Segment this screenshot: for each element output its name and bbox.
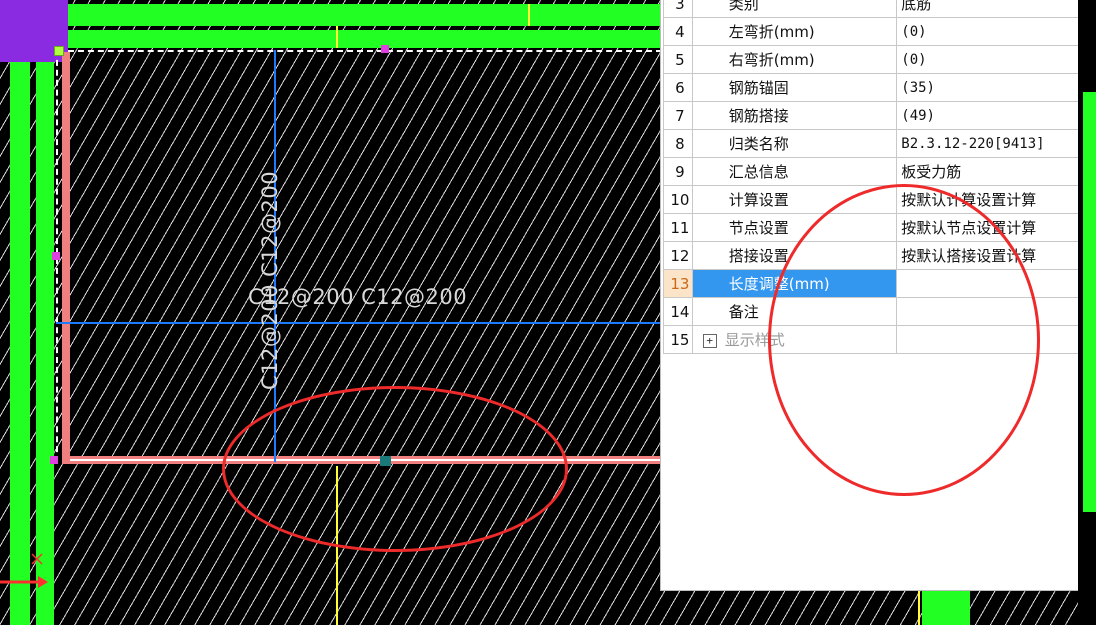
property-row[interactable]: 12 搭接设置 按默认搭接设置计算 xyxy=(663,241,1081,270)
property-row-number: 7 xyxy=(663,101,693,130)
property-name-label: 左弯折(mm) xyxy=(728,23,815,41)
property-value[interactable]: B2.3.12-220[9413] xyxy=(896,129,1081,158)
property-row[interactable]: 9 汇总信息 板受力筋 xyxy=(663,157,1081,186)
grip-left-mid[interactable] xyxy=(52,252,60,260)
property-row-number: 3 xyxy=(663,0,693,18)
rebar-label-vertical[interactable]: C12@200 C12@200 xyxy=(258,171,282,390)
property-row[interactable]: 4 左弯折(mm) (0) xyxy=(663,17,1081,46)
property-row-number: 8 xyxy=(663,129,693,158)
property-name[interactable]: 计算设置 xyxy=(691,185,898,214)
property-name-label: 钢筋锚固 xyxy=(728,79,789,97)
property-name-label: 计算设置 xyxy=(728,191,789,209)
property-name-label: 显示样式 xyxy=(724,331,785,349)
property-row[interactable]: 15 + 显示样式 xyxy=(663,325,1081,354)
property-value[interactable] xyxy=(896,297,1081,326)
property-name-label: 长度调整(mm) xyxy=(728,275,830,293)
property-row[interactable]: 3 类别 底筋 xyxy=(663,0,1081,18)
property-name-label: 钢筋搭接 xyxy=(728,107,789,125)
beam-left[interactable] xyxy=(10,62,30,625)
property-row[interactable]: 5 右弯折(mm) (0) xyxy=(663,45,1081,74)
slab-outline-bottom-inner xyxy=(70,459,662,461)
property-name[interactable]: 节点设置 xyxy=(691,213,898,242)
property-name-label: 备注 xyxy=(728,303,759,321)
expand-plus-icon[interactable]: + xyxy=(702,333,717,348)
property-name[interactable]: 钢筋搭接 xyxy=(691,101,898,130)
property-row-number: 13 xyxy=(663,269,693,298)
property-value[interactable]: 按默认节点设置计算 xyxy=(896,213,1081,242)
beam-far-right-strip xyxy=(1083,92,1096,512)
property-name[interactable]: 备注 xyxy=(691,297,898,326)
ucs-axis-icon xyxy=(0,553,48,588)
property-row-number: 6 xyxy=(663,73,693,102)
property-value[interactable]: 按默认计算设置计算 xyxy=(896,185,1081,214)
property-value[interactable]: (0) xyxy=(896,17,1081,46)
property-row-number: 10 xyxy=(663,185,693,214)
grip-bottom-mid[interactable] xyxy=(380,456,391,466)
property-row-number: 4 xyxy=(663,17,693,46)
panel-right-strip xyxy=(1078,0,1096,625)
property-value[interactable] xyxy=(896,269,1081,298)
rebar-axis-horizontal[interactable] xyxy=(56,322,660,324)
property-name[interactable]: 汇总信息 xyxy=(691,157,898,186)
property-name[interactable]: 类别 xyxy=(691,0,898,18)
property-name[interactable]: + 显示样式 xyxy=(691,325,898,354)
grid-line-right xyxy=(918,590,920,625)
property-row[interactable]: 7 钢筋搭接 (49) xyxy=(663,101,1081,130)
property-row[interactable]: 11 节点设置 按默认节点设置计算 xyxy=(663,213,1081,242)
property-row-number: 11 xyxy=(663,213,693,242)
property-name[interactable]: 右弯折(mm) xyxy=(691,45,898,74)
beam-right-stub[interactable] xyxy=(922,590,970,625)
property-name[interactable]: 长度调整(mm) xyxy=(691,269,898,298)
property-value[interactable]: 板受力筋 xyxy=(896,157,1081,186)
property-row-number: 9 xyxy=(663,157,693,186)
property-row-number: 15 xyxy=(663,325,693,354)
property-name[interactable]: 搭接设置 xyxy=(691,241,898,270)
grid-line-top-2 xyxy=(528,4,530,26)
property-row[interactable]: 14 备注 xyxy=(663,297,1081,326)
property-row[interactable]: 10 计算设置 按默认计算设置计算 xyxy=(663,185,1081,214)
property-row-number: 12 xyxy=(663,241,693,270)
property-name-label: 搭接设置 xyxy=(728,247,789,265)
property-row-number: 14 xyxy=(663,297,693,326)
property-table: 3 类别 底筋 4 左弯折(mm) (0) 5 右弯折(mm) (0) 6 钢筋锚固 (35) 7 钢筋搭… xyxy=(663,0,1081,354)
property-name[interactable]: 钢筋锚固 xyxy=(691,73,898,102)
property-name-label: 类别 xyxy=(728,0,759,13)
grip-top-left[interactable] xyxy=(54,46,64,56)
beam-top[interactable] xyxy=(68,4,668,26)
property-value[interactable]: 底筋 xyxy=(896,0,1081,18)
property-row[interactable]: 6 钢筋锚固 (35) xyxy=(663,73,1081,102)
slab-selection-dashes xyxy=(58,50,662,52)
beam-top-inner[interactable] xyxy=(68,30,668,48)
slab-outline-left[interactable] xyxy=(62,52,70,464)
property-value[interactable]: (49) xyxy=(896,101,1081,130)
property-value[interactable]: 按默认搭接设置计算 xyxy=(896,241,1081,270)
grip-top-mid[interactable] xyxy=(381,45,389,53)
property-name-label: 右弯折(mm) xyxy=(728,51,815,69)
grip-bottom-left[interactable] xyxy=(50,456,58,464)
property-value[interactable]: (0) xyxy=(896,45,1081,74)
property-name[interactable]: 左弯折(mm) xyxy=(691,17,898,46)
beam-left-inner[interactable] xyxy=(36,62,54,625)
grid-line-bottom xyxy=(336,466,338,625)
grid-line-top-1 xyxy=(336,26,338,48)
property-name-label: 归类名称 xyxy=(728,135,789,153)
property-name-label: 节点设置 xyxy=(728,219,789,237)
property-name[interactable]: 归类名称 xyxy=(691,129,898,158)
property-value[interactable] xyxy=(896,325,1081,354)
property-row-number: 5 xyxy=(663,45,693,74)
property-row[interactable]: 8 归类名称 B2.3.12-220[9413] xyxy=(663,129,1081,158)
property-row[interactable]: 13 长度调整(mm) xyxy=(663,269,1081,298)
property-name-label: 汇总信息 xyxy=(728,163,789,181)
property-panel: 3 类别 底筋 4 左弯折(mm) (0) 5 右弯折(mm) (0) 6 钢筋锚固 (35) 7 钢筋搭… xyxy=(660,0,1082,591)
property-value[interactable]: (35) xyxy=(896,73,1081,102)
